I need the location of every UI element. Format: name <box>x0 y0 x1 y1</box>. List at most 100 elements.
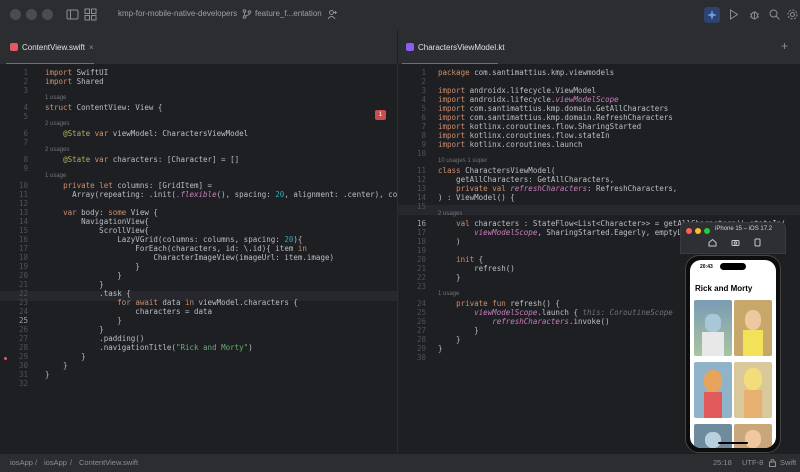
simulator-window-header[interactable]: iPhone 15 – iOS 17.2 <box>680 222 786 254</box>
rotate-icon[interactable] <box>753 238 762 247</box>
iphone-simulator[interactable]: 20:43 Rick and Morty <box>685 255 781 453</box>
character-image[interactable] <box>734 424 772 448</box>
usage-hint[interactable]: 1 usage <box>45 173 66 179</box>
usage-hint[interactable]: 2 usages <box>45 121 69 127</box>
code-line[interactable]: } <box>438 335 461 344</box>
code-line[interactable]: viewModelScope, SharingStarted.Eagerly, … <box>438 228 704 237</box>
code-line[interactable]: } <box>45 271 122 280</box>
code-line[interactable]: import com.santimattius.kmp.domain.GetAl… <box>438 104 668 113</box>
tab-content-view[interactable]: ContentView.swift × <box>10 40 94 54</box>
window-minimize-button[interactable] <box>26 9 37 20</box>
code-line[interactable]: package com.santimattius.kmp.viewmodels <box>438 68 614 77</box>
code-line[interactable]: viewModelScope.launch { this: CoroutineS… <box>438 308 673 317</box>
window-zoom-button[interactable] <box>42 9 53 20</box>
code-line[interactable]: import androidx.lifecycle.ViewModel <box>438 86 596 95</box>
error-count-badge[interactable]: 1 <box>375 110 386 120</box>
code-line[interactable]: import com.santimattius.kmp.domain.Refre… <box>438 113 673 122</box>
code-line[interactable]: private let columns: [GridItem] = <box>45 181 212 190</box>
code-line[interactable]: } <box>45 361 68 370</box>
code-line[interactable]: struct ContentView: View { <box>45 103 162 112</box>
run-icon[interactable] <box>727 8 740 21</box>
sim-zoom-button[interactable] <box>704 228 710 234</box>
file-language[interactable]: Swift <box>780 458 796 467</box>
code-line[interactable]: getAllCharacters: GetAllCharacters, <box>438 175 614 184</box>
code-line[interactable]: } <box>438 273 461 282</box>
code-line[interactable]: CharacterImageView(imageUrl: item.image) <box>45 253 334 262</box>
main-menu-icon[interactable] <box>84 8 97 21</box>
sim-close-button[interactable] <box>686 228 692 234</box>
breadcrumb-item[interactable]: iosApp <box>44 458 67 467</box>
code-line[interactable]: } <box>45 316 122 325</box>
add-user-icon[interactable] <box>327 9 338 20</box>
home-icon[interactable] <box>708 238 717 247</box>
tab-characters-view-model[interactable]: CharactersViewModel.kt <box>406 40 505 54</box>
breadcrumb-item[interactable]: iosApp <box>10 458 33 467</box>
code-line[interactable]: refreshCharacters.invoke() <box>438 317 609 326</box>
character-image[interactable] <box>734 362 772 418</box>
cursor-position[interactable]: 25:18 <box>713 458 732 467</box>
line-number: 32 <box>18 379 28 388</box>
ai-assistant-button[interactable] <box>704 7 720 23</box>
code-line[interactable]: } <box>438 326 479 335</box>
branch-name[interactable]: feature_f...entation <box>255 9 322 18</box>
usage-hint[interactable]: 2 usages <box>438 211 462 217</box>
code-line[interactable]: } <box>438 344 443 353</box>
code-line[interactable]: class CharactersViewModel( <box>438 166 555 175</box>
code-line[interactable]: var body: some View { <box>45 208 158 217</box>
search-icon[interactable] <box>768 8 781 21</box>
code-line[interactable]: import androidx.lifecycle.viewModelScope <box>438 95 619 104</box>
breadcrumb-item[interactable]: ContentView.swift <box>79 458 138 467</box>
code-line[interactable]: ScrollView{ <box>45 226 149 235</box>
code-line[interactable]: ) <box>438 237 461 246</box>
code-line[interactable]: } <box>45 370 50 379</box>
sidebar-toggle-icon[interactable] <box>66 8 79 21</box>
code-line[interactable]: import SwiftUI <box>45 68 108 77</box>
character-image[interactable] <box>694 424 732 448</box>
code-line[interactable]: import kotlinx.coroutines.flow.SharingSt… <box>438 122 641 131</box>
settings-gear-icon[interactable] <box>786 8 799 21</box>
code-line[interactable]: } <box>45 352 86 361</box>
close-tab-icon[interactable]: × <box>89 43 94 52</box>
usage-hint[interactable]: 2 usages <box>45 147 69 153</box>
code-line[interactable]: @State var characters: [Character] = [] <box>45 155 239 164</box>
code-line[interactable]: for await data in viewModel.characters { <box>45 298 298 307</box>
code-line[interactable]: init { <box>438 255 483 264</box>
line-number: 22 <box>416 273 426 282</box>
code-line[interactable]: Array(repeating: .init(.flexible(), spac… <box>45 190 397 199</box>
code-line[interactable]: @State var viewModel: CharactersViewMode… <box>45 129 248 138</box>
character-image[interactable] <box>694 362 732 418</box>
code-line[interactable]: } <box>45 280 104 289</box>
usage-hint[interactable]: 1 usage <box>438 291 459 297</box>
usage-hint[interactable]: 10 usages 1 super <box>438 158 487 164</box>
lock-icon[interactable] <box>768 458 777 467</box>
usage-hint[interactable]: 1 usage <box>45 95 66 101</box>
code-line[interactable]: } <box>45 262 140 271</box>
character-image[interactable] <box>734 300 772 356</box>
code-line[interactable]: } <box>45 325 104 334</box>
code-line[interactable]: ForEach(characters, id: \.id){ item in <box>45 244 307 253</box>
add-tab-icon[interactable]: + <box>781 39 788 53</box>
code-line[interactable]: characters = data <box>45 307 212 316</box>
code-line[interactable]: NavigationView{ <box>45 217 149 226</box>
line-number: 30 <box>416 353 426 362</box>
character-image[interactable] <box>694 300 732 356</box>
project-name[interactable]: kmp-for-mobile-native-developers <box>118 9 237 18</box>
code-line[interactable]: refresh() <box>438 264 515 273</box>
code-line[interactable]: .navigationTitle("Rick and Morty") <box>45 343 253 352</box>
code-line[interactable]: import Shared <box>45 77 104 86</box>
code-line[interactable]: import kotlinx.coroutines.flow.stateIn <box>438 131 610 140</box>
file-encoding[interactable]: UTF-8 <box>742 458 763 467</box>
screenshot-icon[interactable] <box>731 238 740 247</box>
phone-screen[interactable]: 20:43 Rick and Morty <box>690 260 776 448</box>
code-line[interactable]: ) : ViewModel() { <box>438 193 515 202</box>
code-line[interactable]: LazyVGrid(columns: columns, spacing: 20)… <box>45 235 302 244</box>
debug-icon[interactable] <box>748 8 761 21</box>
code-line[interactable]: .task { <box>45 289 131 298</box>
window-close-button[interactable] <box>10 9 21 20</box>
code-line[interactable]: private fun refresh() { <box>438 299 560 308</box>
code-line[interactable]: import kotlinx.coroutines.launch <box>438 140 583 149</box>
left-code-editor[interactable]: 1 1 import SwiftUI 2 import Shared 3 1 usage 4… <box>0 64 398 454</box>
code-line[interactable]: .padding() <box>45 334 144 343</box>
code-line[interactable]: private val refreshCharacters: RefreshCh… <box>438 184 677 193</box>
sim-minimize-button[interactable] <box>695 228 701 234</box>
